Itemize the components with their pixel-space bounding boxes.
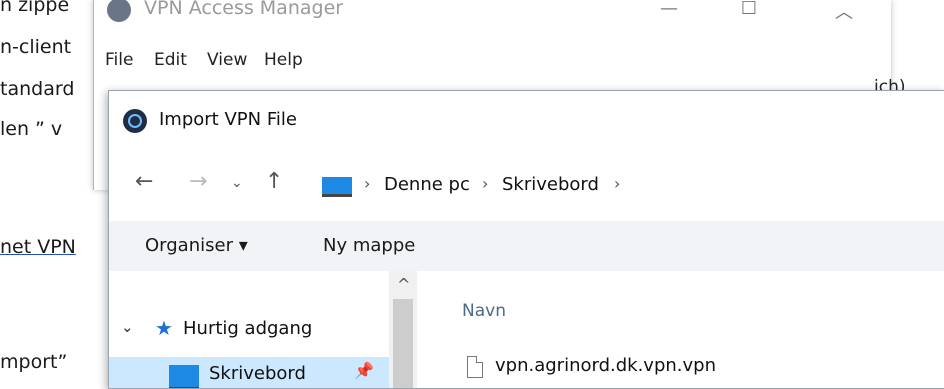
pin-icon: 📌 (354, 361, 374, 380)
organise-button[interactable]: Organiser ▾ (145, 235, 248, 256)
dialog-title: Import VPN File (159, 109, 297, 130)
scroll-thumb[interactable] (393, 299, 413, 388)
app-icon (123, 109, 147, 133)
minimize-button[interactable]: — (649, 0, 689, 28)
breadcrumb-denne-pc[interactable]: Denne pc (384, 174, 470, 195)
nav-item-label: Skrivebord (209, 363, 306, 384)
file-icon (467, 356, 483, 378)
doc-line: mport” (0, 351, 68, 373)
chevron-right-icon: › (614, 174, 621, 193)
back-arrow-icon[interactable]: ← (135, 169, 153, 194)
doc-line: tandard (0, 78, 75, 100)
nav-item-skrivebord[interactable]: Skrivebord 📌 (109, 357, 389, 388)
column-header-name[interactable]: Navn (462, 301, 506, 321)
file-list: Navn vpn.agrinord.dk.vpn.vpn (417, 271, 944, 388)
chevron-right-icon: › (482, 174, 489, 193)
breadcrumb-skrivebord[interactable]: Skrivebord (502, 174, 599, 195)
navigation-pane: ⌄ ★ Hurtig adgang Skrivebord 📌 (109, 271, 389, 388)
doc-line: n-client (0, 36, 72, 58)
desktop-folder-icon (169, 365, 199, 388)
window-titlebar: VPN Access Manager — ☐ ︿ (94, 0, 891, 40)
window-title: VPN Access Manager (144, 0, 344, 19)
app-icon (107, 0, 131, 22)
up-arrow-icon[interactable]: ↑ (265, 169, 283, 194)
maximize-button[interactable]: ☐ (729, 0, 769, 28)
chevron-down-icon[interactable]: ⌄ (231, 175, 243, 191)
quick-access-label: Hurtig adgang (183, 318, 313, 339)
scroll-up-icon[interactable]: ^ (397, 275, 410, 294)
file-name: vpn.agrinord.dk.vpn.vpn (495, 355, 716, 376)
chevron-up-icon[interactable]: ︿ (824, 0, 864, 28)
pin-star-icon: ★ (155, 316, 173, 340)
forward-arrow-icon[interactable]: → (189, 169, 207, 194)
nav-scrollbar[interactable]: ^ (389, 271, 417, 388)
navigation-bar: ← → ⌄ ↑ › Denne pc › Skrivebord › (109, 161, 944, 211)
new-folder-button[interactable]: Ny mappe (323, 235, 415, 256)
menu-edit[interactable]: Edit (154, 50, 187, 70)
chevron-right-icon: › (364, 174, 371, 193)
computer-icon (322, 177, 352, 197)
address-bar[interactable]: › Denne pc › Skrivebord › (314, 171, 944, 201)
doc-line: len ” v (0, 118, 63, 140)
import-vpn-file-dialog: Import VPN File ← → ⌄ ↑ › Denne pc › Skr… (108, 90, 944, 389)
doc-line: n zippe (0, 0, 70, 16)
menu-file[interactable]: File (105, 50, 133, 70)
chevron-down-icon: ⌄ (121, 318, 134, 336)
menu-help[interactable]: Help (264, 50, 303, 70)
dialog-toolbar: Organiser ▾ Ny mappe (109, 221, 944, 271)
background-document: n zippe n-client tandard len ” v net VPN… (0, 0, 100, 387)
doc-line: net VPN (0, 236, 76, 258)
menu-view[interactable]: View (207, 50, 247, 70)
